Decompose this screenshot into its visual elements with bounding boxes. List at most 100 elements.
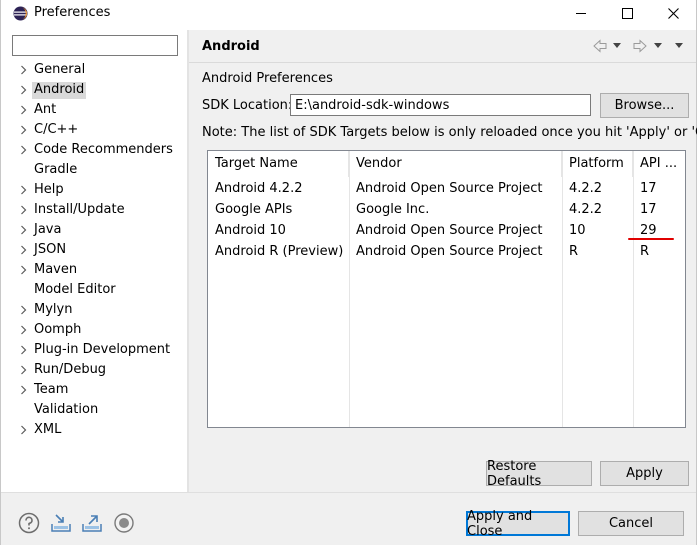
tree-item-label: Ant: [34, 102, 57, 117]
minimize-button[interactable]: [558, 0, 604, 26]
back-icon[interactable]: [593, 39, 607, 53]
tree-item[interactable]: Mylyn: [4, 300, 187, 320]
chevron-right-icon[interactable]: [19, 245, 28, 255]
chevron-right-icon[interactable]: [19, 425, 28, 435]
minimize-icon: [575, 12, 586, 14]
close-icon: [667, 7, 679, 19]
tree-item[interactable]: General: [4, 60, 187, 80]
cell-target-name: Android R (Preview): [215, 244, 344, 259]
cell-vendor: Android Open Source Project: [356, 181, 543, 196]
page-header: Android: [189, 30, 696, 63]
maximize-icon: [621, 7, 633, 19]
cancel-button[interactable]: Cancel: [578, 511, 684, 536]
chevron-right-icon[interactable]: [19, 305, 28, 315]
maximize-button[interactable]: [604, 0, 650, 26]
section-label: Android Preferences: [202, 71, 333, 86]
chevron-right-icon[interactable]: [19, 345, 28, 355]
import-icon[interactable]: [50, 512, 72, 534]
tree-item-label: Mylyn: [34, 302, 73, 317]
chevron-right-icon[interactable]: [19, 225, 28, 235]
tree-item-label: Gradle: [34, 162, 78, 177]
tree-item[interactable]: Team: [4, 380, 187, 400]
tree-item-label: Android: [32, 82, 87, 99]
chevron-right-icon[interactable]: [19, 185, 28, 195]
browse-button[interactable]: Browse...: [600, 93, 689, 118]
chevron-right-icon[interactable]: [19, 105, 28, 115]
red-underline-annotation: [628, 238, 674, 240]
chevron-right-icon[interactable]: [19, 325, 28, 335]
tree-item[interactable]: Model Editor: [4, 280, 187, 300]
cell-platform: R: [569, 244, 579, 259]
tree-item-label: Help: [34, 182, 64, 197]
tree-item[interactable]: Code Recommenders: [4, 140, 187, 160]
title-bar: Preferences: [1, 0, 696, 26]
cell-api: R: [640, 244, 650, 259]
tree-item[interactable]: Ant: [4, 100, 187, 120]
chevron-right-icon[interactable]: [19, 385, 28, 395]
chevron-right-icon[interactable]: [19, 365, 28, 375]
tree-item-label: Maven: [34, 262, 78, 277]
help-icon[interactable]: [18, 512, 40, 534]
cell-platform: 4.2.2: [569, 181, 603, 196]
cell-platform: 10: [569, 223, 586, 238]
tree-item[interactable]: Install/Update: [4, 200, 187, 220]
sdk-location-input[interactable]: [290, 94, 591, 116]
table-row[interactable]: Android R (Preview) Android Open Source P…: [208, 241, 685, 262]
tree-item[interactable]: Run/Debug: [4, 360, 187, 380]
restore-defaults-button[interactable]: Restore Defaults: [486, 459, 592, 489]
chevron-right-icon[interactable]: [19, 145, 28, 155]
chevron-right-icon[interactable]: [19, 65, 28, 75]
tree-item-label: JSON: [34, 242, 67, 257]
export-icon[interactable]: [81, 512, 103, 534]
tree-item[interactable]: Help: [4, 180, 187, 200]
preferences-navigation: General Android Ant C/C++ Code Recommenders G…: [4, 30, 187, 492]
tree-item-label: Code Recommenders: [34, 142, 173, 157]
sdk-location-label: SDK Location:: [202, 98, 293, 113]
apply-button[interactable]: Apply: [600, 461, 689, 486]
close-button[interactable]: [650, 0, 696, 26]
chevron-right-icon[interactable]: [19, 125, 28, 135]
forward-menu-chevron-down-icon[interactable]: [654, 43, 662, 49]
window-title: Preferences: [34, 5, 111, 20]
tree-item[interactable]: Java: [4, 220, 187, 240]
back-menu-chevron-down-icon[interactable]: [613, 43, 621, 49]
tree-item[interactable]: C/C++: [4, 120, 187, 140]
tree-item[interactable]: Maven: [4, 260, 187, 280]
page-title: Android: [202, 39, 260, 54]
tree-item[interactable]: XML: [4, 420, 187, 440]
column-header-target-name[interactable]: Target Name: [208, 151, 349, 177]
tree-item[interactable]: Plug-in Development: [4, 340, 187, 360]
tree-item-label: Team: [34, 382, 69, 397]
column-header-api[interactable]: API ...: [633, 151, 685, 177]
preferences-window: Preferences General Android Ant C/C++ Code R…: [0, 0, 697, 545]
tree-item[interactable]: JSON: [4, 240, 187, 260]
tree-item-label: Install/Update: [34, 202, 125, 217]
tree-item-label: Plug-in Development: [34, 342, 171, 357]
sdk-targets-table[interactable]: Target Name Vendor Platform API ... Andr…: [207, 150, 686, 428]
record-icon[interactable]: [113, 512, 135, 534]
tree-item-label: Model Editor: [34, 282, 116, 297]
tree-item[interactable]: Android: [4, 80, 187, 100]
apply-and-close-button[interactable]: Apply and Close: [466, 509, 570, 539]
chevron-right-icon[interactable]: [19, 85, 28, 95]
column-header-platform[interactable]: Platform: [562, 151, 633, 177]
table-row[interactable]: Android 4.2.2 Android Open Source Project…: [208, 178, 685, 199]
chevron-right-icon[interactable]: [19, 205, 28, 215]
eclipse-icon: [13, 6, 28, 21]
tree-item[interactable]: Gradle: [4, 160, 187, 180]
reload-note: Note: The list of SDK Targets below is o…: [202, 125, 697, 140]
tree-item-label: Validation: [34, 402, 99, 417]
cell-target-name: Android 10: [215, 223, 286, 238]
tree-item-label: General: [34, 62, 86, 77]
chevron-right-icon[interactable]: [19, 265, 28, 275]
cell-target-name: Google APIs: [215, 202, 293, 217]
tree-item[interactable]: Oomph: [4, 320, 187, 340]
forward-icon[interactable]: [633, 39, 647, 53]
filter-input[interactable]: [12, 35, 178, 56]
view-menu-chevron-down-icon[interactable]: [675, 43, 683, 49]
table-row[interactable]: Android 10 Android Open Source Project 10 2…: [208, 220, 685, 241]
table-row[interactable]: Google APIs Google Inc. 4.2.2 17: [208, 199, 685, 220]
tree-item[interactable]: Validation: [4, 400, 187, 420]
column-header-vendor[interactable]: Vendor: [349, 151, 562, 177]
cell-target-name: Android 4.2.2: [215, 181, 303, 196]
